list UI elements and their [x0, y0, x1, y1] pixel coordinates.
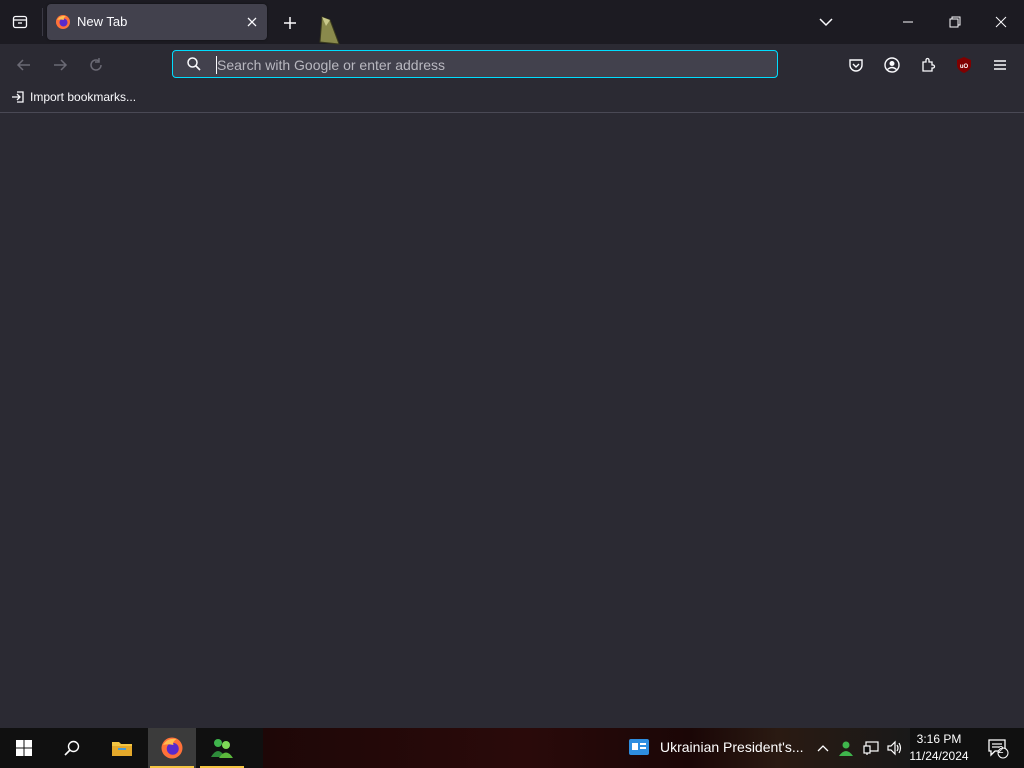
windows-icon: [16, 740, 32, 756]
volume-icon: [887, 740, 902, 756]
bookmarks-toolbar: Import bookmarks...: [0, 85, 1024, 113]
ublock-button[interactable]: uO: [951, 52, 977, 78]
minimize-button[interactable]: [888, 4, 928, 40]
account-button[interactable]: [879, 52, 905, 78]
firefox-taskbar-button[interactable]: [148, 728, 196, 768]
plus-icon: [284, 17, 296, 29]
back-arrow-icon: [16, 59, 30, 71]
news-icon: [629, 739, 649, 755]
tab-new-tab[interactable]: New Tab: [47, 4, 267, 40]
list-all-tabs-button[interactable]: [812, 8, 840, 36]
taskbar-search-button[interactable]: [48, 728, 96, 768]
chevron-up-icon: [817, 745, 829, 752]
news-widget[interactable]: Ukrainian President's...: [628, 738, 804, 756]
forward-arrow-icon: [54, 59, 68, 71]
account-icon: [884, 57, 900, 73]
restore-button[interactable]: [935, 4, 975, 40]
menu-icon: [994, 60, 1006, 70]
extensions-button[interactable]: [915, 52, 941, 78]
clock-date: 11/24/2024: [909, 749, 969, 763]
app-taskbar-button[interactable]: [198, 728, 246, 768]
network-icon: [863, 741, 879, 755]
address-input[interactable]: [217, 55, 767, 75]
title-bar: New Tab: [0, 0, 1024, 44]
svg-text:uO: uO: [960, 64, 969, 70]
windows-taskbar: Ukrainian President's... 3:16 PM 11/24/2…: [0, 728, 1024, 768]
tab-title: New Tab: [77, 14, 128, 29]
search-icon: [64, 740, 80, 756]
ublock-icon: uO: [957, 57, 971, 73]
close-tab-button[interactable]: [243, 13, 261, 31]
close-icon: [995, 16, 1007, 28]
network-button[interactable]: [860, 728, 882, 768]
import-icon: [12, 91, 24, 103]
file-explorer-button[interactable]: [98, 728, 146, 768]
action-center-button[interactable]: 2: [978, 728, 1018, 768]
firefox-icon: [161, 737, 183, 759]
mouse-cursor-icon: [318, 16, 340, 46]
close-icon: [247, 17, 257, 27]
url-bar[interactable]: [172, 50, 778, 78]
file-explorer-icon: [112, 742, 132, 756]
chevron-down-icon: [819, 18, 833, 27]
start-button[interactable]: [0, 728, 48, 768]
user-tray-button[interactable]: [836, 728, 856, 768]
extensions-icon: [922, 57, 936, 72]
page-content: [0, 113, 1024, 728]
clock[interactable]: 3:16 PM 11/24/2024: [905, 731, 973, 765]
volume-button[interactable]: [884, 728, 904, 768]
restore-icon: [949, 16, 961, 28]
notification-count: 2: [998, 745, 1004, 756]
import-bookmarks-label: Import bookmarks...: [30, 90, 137, 104]
app-menu-button[interactable]: [987, 52, 1013, 78]
divider: [42, 8, 43, 36]
close-window-button[interactable]: [981, 4, 1021, 40]
forward-button[interactable]: [47, 52, 73, 78]
pocket-icon: [849, 59, 863, 72]
firefox-view-icon: [12, 15, 28, 29]
reload-icon: [90, 58, 102, 71]
news-headline: Ukrainian President's...: [660, 739, 804, 755]
pocket-button[interactable]: [843, 52, 869, 78]
minimize-icon: [903, 21, 913, 23]
firefox-view-button[interactable]: [8, 10, 32, 34]
import-bookmarks-button[interactable]: Import bookmarks...: [11, 90, 136, 104]
user-icon: [839, 741, 853, 756]
text-caret: [216, 56, 217, 74]
reload-button[interactable]: [83, 52, 109, 78]
back-button[interactable]: [11, 52, 37, 78]
show-hidden-icons-button[interactable]: [814, 728, 832, 768]
search-icon: [187, 57, 201, 71]
firefox-icon: [56, 15, 70, 29]
clock-time: 3:16 PM: [916, 732, 962, 746]
users-app-icon: [211, 739, 233, 758]
new-tab-button[interactable]: [277, 10, 303, 36]
